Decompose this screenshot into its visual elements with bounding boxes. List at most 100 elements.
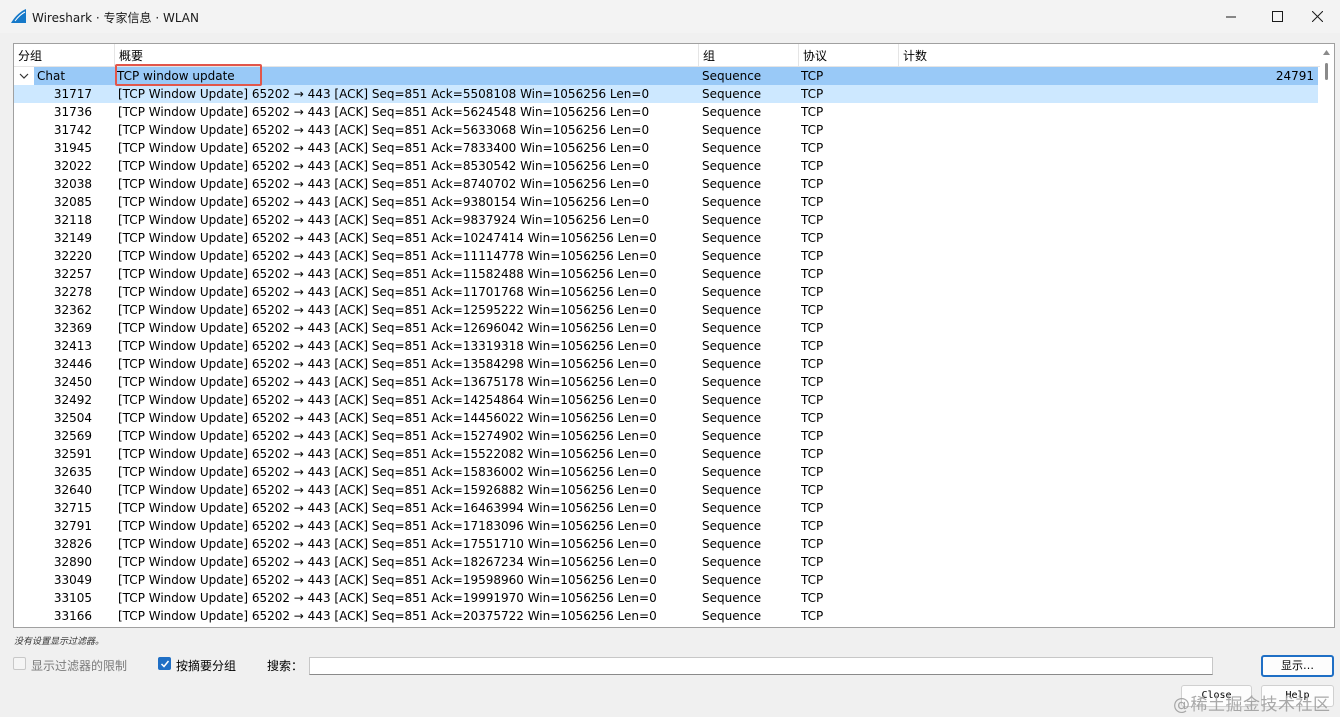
- cell-summary: [TCP Window Update] 65202 → 443 [ACK] Se…: [118, 447, 657, 461]
- limit-to-filter-label: 显示过滤器的限制: [31, 659, 128, 673]
- cell-protocol: TCP: [801, 501, 824, 515]
- table-row[interactable]: 32022 [TCP Window Update] 65202 → 443 [AC…: [14, 157, 1318, 175]
- table-row[interactable]: 32640 [TCP Window Update] 65202 → 443 [AC…: [14, 481, 1318, 499]
- table-row[interactable]: 33166 [TCP Window Update] 65202 → 443 [AC…: [14, 607, 1318, 625]
- group-by-summary-label: 按摘要分组: [176, 659, 237, 673]
- cell-packet-number: 32362: [53, 303, 92, 317]
- cell-packet-number: 32591: [53, 447, 92, 461]
- table-row[interactable]: 32118 [TCP Window Update] 65202 → 443 [AC…: [14, 211, 1318, 229]
- limit-to-filter-checkbox[interactable]: [13, 657, 26, 670]
- cell-group: Sequence: [702, 231, 762, 245]
- cell-summary: [TCP Window Update] 65202 → 443 [ACK] Se…: [118, 339, 657, 353]
- cell-summary: [TCP Window Update] 65202 → 443 [ACK] Se…: [118, 591, 657, 605]
- cell-summary: [TCP Window Update] 65202 → 443 [ACK] Se…: [118, 105, 650, 119]
- table-row[interactable]: 32085 [TCP Window Update] 65202 → 443 [AC…: [14, 193, 1318, 211]
- cell-group: Sequence: [702, 339, 762, 353]
- status-text: 没有设置显示过滤器。: [14, 637, 105, 647]
- vertical-scrollbar[interactable]: [1320, 44, 1334, 627]
- cell-protocol: TCP: [801, 231, 824, 245]
- table-row[interactable]: 32591 [TCP Window Update] 65202 → 443 [AC…: [14, 445, 1318, 463]
- cell-protocol: TCP: [801, 195, 824, 209]
- cell-protocol: TCP: [801, 483, 824, 497]
- table-row[interactable]: 32149 [TCP Window Update] 65202 → 443 [AC…: [14, 229, 1318, 247]
- cell-protocol: TCP: [801, 249, 824, 263]
- expert-info-tree[interactable]: 分组 概要 组 协议 计数 Chat TCP window update Seq…: [13, 43, 1335, 628]
- table-row[interactable]: 31945 [TCP Window Update] 65202 → 443 [AC…: [14, 139, 1318, 157]
- chevron-down-icon[interactable]: [17, 67, 31, 85]
- cell-group: Sequence: [702, 591, 762, 605]
- group-severity: Chat: [37, 69, 66, 83]
- table-row[interactable]: 32635 [TCP Window Update] 65202 → 443 [AC…: [14, 463, 1318, 481]
- cell-summary: [TCP Window Update] 65202 → 443 [ACK] Se…: [118, 501, 657, 515]
- cell-protocol: TCP: [801, 429, 824, 443]
- cell-group: Sequence: [702, 321, 762, 335]
- title-bar: Wireshark · 专家信息 · WLAN: [0, 0, 1340, 33]
- cell-packet-number: 33049: [53, 573, 92, 587]
- cell-summary: [TCP Window Update] 65202 → 443 [ACK] Se…: [118, 303, 657, 317]
- cell-summary: [TCP Window Update] 65202 → 443 [ACK] Se…: [118, 141, 650, 155]
- table-row[interactable]: 32504 [TCP Window Update] 65202 → 443 [AC…: [14, 409, 1318, 427]
- group-by-summary-checkbox[interactable]: [158, 657, 171, 670]
- cell-protocol: TCP: [801, 87, 824, 101]
- table-row[interactable]: 32369 [TCP Window Update] 65202 → 443 [AC…: [14, 319, 1318, 337]
- cell-summary: [TCP Window Update] 65202 → 443 [ACK] Se…: [118, 411, 657, 425]
- table-row[interactable]: 32446 [TCP Window Update] 65202 → 443 [AC…: [14, 355, 1318, 373]
- cell-summary: [TCP Window Update] 65202 → 443 [ACK] Se…: [118, 519, 657, 533]
- cell-group: Sequence: [702, 285, 762, 299]
- table-row[interactable]: 32413 [TCP Window Update] 65202 → 443 [AC…: [14, 337, 1318, 355]
- cell-group: Sequence: [702, 249, 762, 263]
- window-title: Wireshark · 专家信息 · WLAN: [32, 11, 199, 25]
- scrollbar-thumb[interactable]: [1325, 63, 1328, 80]
- cell-group: Sequence: [702, 429, 762, 443]
- cell-protocol: TCP: [801, 357, 824, 371]
- cell-group: Sequence: [702, 519, 762, 533]
- cell-group: Sequence: [702, 375, 762, 389]
- cell-summary: [TCP Window Update] 65202 → 443 [ACK] Se…: [118, 537, 657, 551]
- table-row[interactable]: 32038 [TCP Window Update] 65202 → 443 [AC…: [14, 175, 1318, 193]
- cell-summary: [TCP Window Update] 65202 → 443 [ACK] Se…: [118, 357, 657, 371]
- cell-protocol: TCP: [801, 465, 824, 479]
- group-protocol: TCP: [801, 69, 824, 83]
- cell-group: Sequence: [702, 537, 762, 551]
- table-row[interactable]: 32220 [TCP Window Update] 65202 → 443 [AC…: [14, 247, 1318, 265]
- header-protocol[interactable]: 协议: [799, 44, 899, 67]
- cell-packet-number: 32369: [53, 321, 92, 335]
- scroll-up-icon[interactable]: [1323, 50, 1330, 55]
- header-packet[interactable]: 分组: [14, 44, 115, 67]
- table-row[interactable]: 32826 [TCP Window Update] 65202 → 443 [AC…: [14, 535, 1318, 553]
- table-row[interactable]: 32362 [TCP Window Update] 65202 → 443 [AC…: [14, 301, 1318, 319]
- cell-packet-number: 32038: [53, 177, 92, 191]
- cell-summary: [TCP Window Update] 65202 → 443 [ACK] Se…: [118, 321, 657, 335]
- table-row[interactable]: 33049 [TCP Window Update] 65202 → 443 [AC…: [14, 571, 1318, 589]
- table-row[interactable]: 32569 [TCP Window Update] 65202 → 443 [AC…: [14, 427, 1318, 445]
- close-window-button[interactable]: [1294, 0, 1340, 33]
- table-row[interactable]: 32715 [TCP Window Update] 65202 → 443 [AC…: [14, 499, 1318, 517]
- cell-packet-number: 33105: [53, 591, 92, 605]
- table-row[interactable]: 32791 [TCP Window Update] 65202 → 443 [AC…: [14, 517, 1318, 535]
- table-row[interactable]: 31736 [TCP Window Update] 65202 → 443 [AC…: [14, 103, 1318, 121]
- cell-protocol: TCP: [801, 321, 824, 335]
- table-row[interactable]: 32492 [TCP Window Update] 65202 → 443 [AC…: [14, 391, 1318, 409]
- header-group[interactable]: 组: [699, 44, 799, 67]
- cell-summary: [TCP Window Update] 65202 → 443 [ACK] Se…: [118, 465, 657, 479]
- cell-packet-number: 32118: [53, 213, 92, 227]
- header-count[interactable]: 计数: [899, 44, 1320, 67]
- highlight-annotation-box: [115, 64, 262, 86]
- show-button[interactable]: 显示…: [1261, 655, 1334, 677]
- table-row[interactable]: 31742 [TCP Window Update] 65202 → 443 [AC…: [14, 121, 1318, 139]
- cell-group: Sequence: [702, 483, 762, 497]
- cell-packet-number: 32791: [53, 519, 92, 533]
- cell-group: Sequence: [702, 609, 762, 623]
- table-row[interactable]: 32450 [TCP Window Update] 65202 → 443 [AC…: [14, 373, 1318, 391]
- cell-packet-number: 32022: [53, 159, 92, 173]
- table-row[interactable]: 33105 [TCP Window Update] 65202 → 443 [AC…: [14, 589, 1318, 607]
- minimize-button[interactable]: [1208, 0, 1254, 33]
- cell-protocol: TCP: [801, 339, 824, 353]
- table-row[interactable]: 32278 [TCP Window Update] 65202 → 443 [AC…: [14, 283, 1318, 301]
- search-input[interactable]: [309, 657, 1213, 675]
- table-row[interactable]: 32890 [TCP Window Update] 65202 → 443 [AC…: [14, 553, 1318, 571]
- table-row[interactable]: 32257 [TCP Window Update] 65202 → 443 [AC…: [14, 265, 1318, 283]
- cell-summary: [TCP Window Update] 65202 → 443 [ACK] Se…: [118, 375, 657, 389]
- table-row[interactable]: 31717 [TCP Window Update] 65202 → 443 [AC…: [14, 85, 1318, 103]
- cell-packet-number: 32715: [53, 501, 92, 515]
